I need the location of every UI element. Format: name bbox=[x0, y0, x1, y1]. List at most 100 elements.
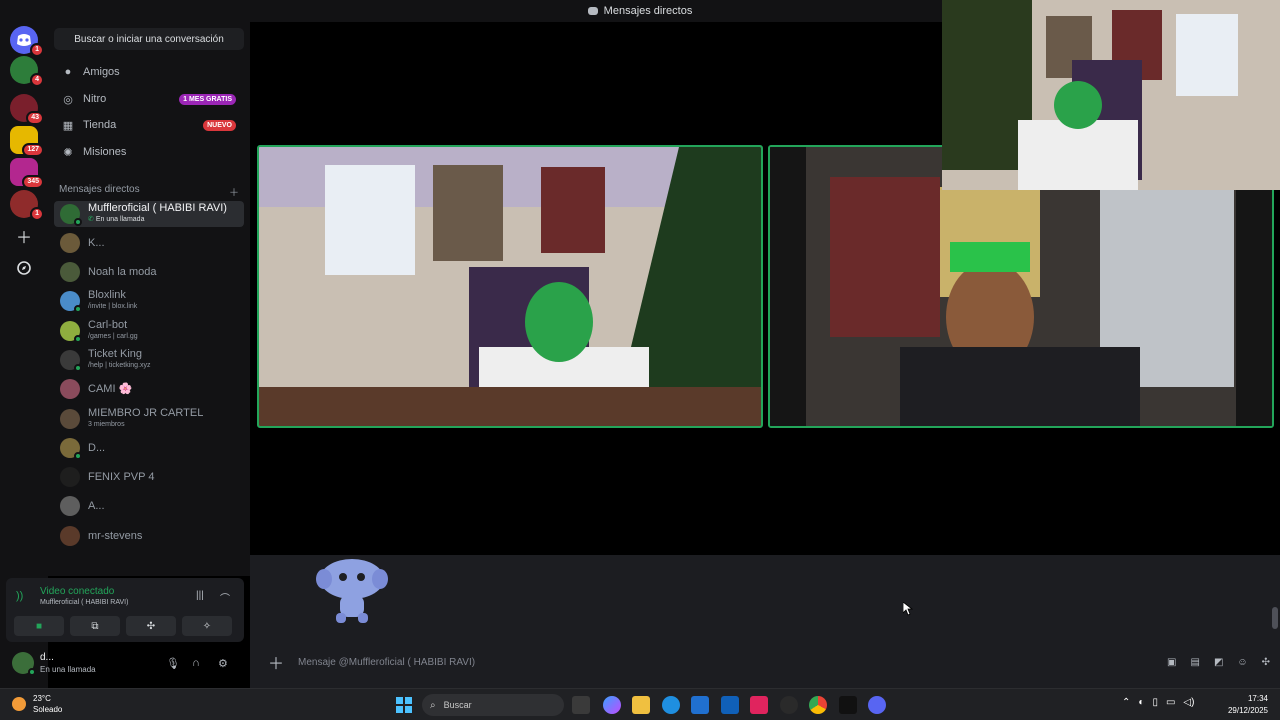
nav-friends[interactable]: ● Amigos bbox=[54, 60, 244, 84]
avatar[interactable] bbox=[12, 652, 36, 676]
avatar bbox=[60, 291, 82, 313]
soundboard-icon[interactable]: ||| bbox=[196, 590, 204, 601]
clock[interactable]: 17:34 29/12/2025 bbox=[1222, 693, 1268, 717]
dm-item[interactable]: MIEMBRO JR CARTEL 3 miembros bbox=[54, 406, 244, 432]
dm-item[interactable]: Bloxlink/invite | blox.link bbox=[54, 288, 244, 314]
search-label: Buscar bbox=[443, 700, 472, 710]
dm-subtitle: ✆ En una llamada bbox=[88, 216, 145, 223]
voice-status[interactable]: Video conectado bbox=[40, 586, 114, 597]
copilot-icon[interactable] bbox=[603, 696, 621, 714]
microphone-icon[interactable]: 🎙︎ bbox=[166, 657, 180, 670]
notification-badge: 1 bbox=[30, 207, 44, 221]
edge-icon[interactable] bbox=[662, 696, 680, 714]
dm-item[interactable]: Carl-bot/games | carl.gg bbox=[54, 318, 244, 344]
nav-quests[interactable]: ✺ Misiones bbox=[54, 140, 244, 164]
dm-name: Muffleroficial ( HABIBI RAVI) bbox=[88, 202, 227, 214]
sticker-icon[interactable]: ◩ bbox=[1214, 657, 1223, 668]
message-composer: ＋ ▣ ▤ ◩ ☺ ✣ bbox=[260, 647, 1270, 677]
dm-header-label: Mensajes directos bbox=[59, 184, 140, 195]
server-icon[interactable]: 43 bbox=[10, 94, 44, 125]
camera-icon: ■ bbox=[35, 620, 43, 632]
user-name[interactable]: d... bbox=[40, 652, 54, 663]
emoji-icon[interactable]: ☺ bbox=[1237, 657, 1247, 668]
dm-name: D... bbox=[88, 441, 106, 454]
avatar bbox=[60, 438, 82, 460]
dm-icon bbox=[587, 7, 598, 15]
disconnect-icon[interactable]: ⌒ bbox=[220, 590, 230, 605]
task-view-icon[interactable] bbox=[572, 696, 590, 714]
video-feed bbox=[259, 147, 761, 426]
video-tile-muffleroficial[interactable] bbox=[257, 145, 763, 428]
gif-icon[interactable]: ▤ bbox=[1190, 657, 1199, 668]
dm-name: Carl-bot bbox=[88, 319, 128, 331]
explore-icon[interactable] bbox=[14, 258, 34, 278]
add-server-icon[interactable]: ＋ bbox=[14, 226, 34, 247]
self-video-pip[interactable] bbox=[942, 0, 1280, 190]
home-button[interactable]: 1 bbox=[10, 26, 44, 57]
gift-icon[interactable]: ▣ bbox=[1167, 657, 1176, 668]
dm-subtitle: 3 miembros bbox=[88, 421, 125, 428]
file-explorer-icon[interactable] bbox=[632, 696, 650, 714]
chevron-up-icon[interactable]: ⌃ bbox=[1122, 697, 1130, 708]
shop-icon: ▦ bbox=[62, 119, 74, 132]
avatar bbox=[60, 379, 80, 399]
dm-item[interactable]: Ticket King/help | ticketking.xyz bbox=[54, 347, 244, 373]
message-input[interactable] bbox=[298, 656, 1099, 668]
dm-name: CAMI 🌸 bbox=[88, 382, 133, 395]
weather-widget[interactable]: 23°C Soleado bbox=[12, 693, 62, 715]
app-icon[interactable] bbox=[780, 696, 798, 714]
chrome-icon[interactable] bbox=[809, 696, 827, 714]
activities-icon: ✣ bbox=[146, 620, 156, 632]
dm-item[interactable]: FENIX PVP 4 bbox=[54, 464, 244, 490]
nav-label: Amigos bbox=[83, 66, 120, 78]
search-icon: ⌕ bbox=[430, 699, 436, 711]
discord-taskbar-icon[interactable] bbox=[868, 696, 886, 714]
nav-shop[interactable]: ▦ Tienda NUEVO bbox=[54, 113, 244, 137]
phone-icon: ✆ bbox=[88, 216, 96, 223]
dm-item-muffleroficial[interactable]: Muffleroficial ( HABIBI RAVI) ✆ En una ll… bbox=[54, 201, 244, 227]
soundboard-button[interactable]: ✧ bbox=[182, 616, 232, 636]
sun-icon bbox=[12, 697, 26, 711]
user-panel: d... En una llamada 🎙︎ ∩ ⚙ bbox=[6, 648, 244, 680]
share-screen-button[interactable]: ⧉ bbox=[70, 616, 120, 636]
apps-icon[interactable]: ✣ bbox=[1262, 657, 1270, 668]
settings-gear-icon[interactable]: ⚙ bbox=[218, 657, 228, 670]
taskbar-search[interactable]: ⌕ Buscar bbox=[422, 694, 564, 716]
microphone-tray-icon[interactable]: ▯ bbox=[1152, 697, 1158, 708]
server-icon[interactable]: 345 bbox=[10, 158, 44, 189]
network-icon[interactable]: ▭ bbox=[1166, 697, 1175, 708]
signal-icon[interactable]: )) bbox=[16, 590, 23, 602]
dm-item[interactable]: mr-stevens bbox=[54, 523, 244, 549]
server-icon[interactable]: 1 bbox=[10, 190, 44, 221]
activities-button[interactable]: ✣ bbox=[126, 616, 176, 636]
store-icon[interactable] bbox=[691, 696, 709, 714]
notification-badge: 4 bbox=[30, 73, 44, 87]
security-icon[interactable]: ◐ bbox=[1138, 697, 1144, 708]
outlook-icon[interactable] bbox=[721, 696, 739, 714]
avatar bbox=[60, 262, 80, 282]
dm-item[interactable]: D... bbox=[54, 435, 244, 461]
search-conversation-button[interactable]: Buscar o iniciar una conversación bbox=[54, 28, 244, 50]
scrollbar[interactable] bbox=[1272, 607, 1278, 629]
dm-item[interactable]: K... bbox=[54, 230, 244, 256]
dm-item[interactable]: A... bbox=[54, 493, 244, 519]
capcut-icon[interactable] bbox=[839, 696, 857, 714]
camera-button[interactable]: ■ bbox=[14, 616, 64, 636]
nav-nitro[interactable]: ◎ Nitro 1 MES GRATIS bbox=[54, 87, 244, 111]
voice-channel[interactable]: Muffleroficial ( HABIBI RAVI) bbox=[40, 599, 128, 606]
dm-item[interactable]: Noah la moda bbox=[54, 259, 244, 285]
attach-plus-icon[interactable]: ＋ bbox=[268, 650, 284, 674]
dm-item[interactable]: CAMI 🌸 bbox=[54, 376, 244, 402]
tiktok-icon[interactable] bbox=[750, 696, 768, 714]
server-icon[interactable]: 127 bbox=[10, 126, 44, 157]
notification-badge: 345 bbox=[22, 175, 44, 189]
compass-icon bbox=[17, 261, 31, 275]
headphones-icon[interactable]: ∩ bbox=[192, 657, 200, 669]
dm-subtitle: /games | carl.gg bbox=[88, 333, 138, 340]
windows-start-icon[interactable] bbox=[395, 696, 413, 714]
friends-icon: ● bbox=[64, 66, 72, 78]
volume-icon[interactable]: ◁) bbox=[1183, 697, 1194, 708]
dm-name: Noah la moda bbox=[88, 265, 157, 278]
server-icon[interactable]: 4 bbox=[10, 56, 44, 87]
add-dm-icon[interactable]: ＋ bbox=[229, 184, 239, 199]
